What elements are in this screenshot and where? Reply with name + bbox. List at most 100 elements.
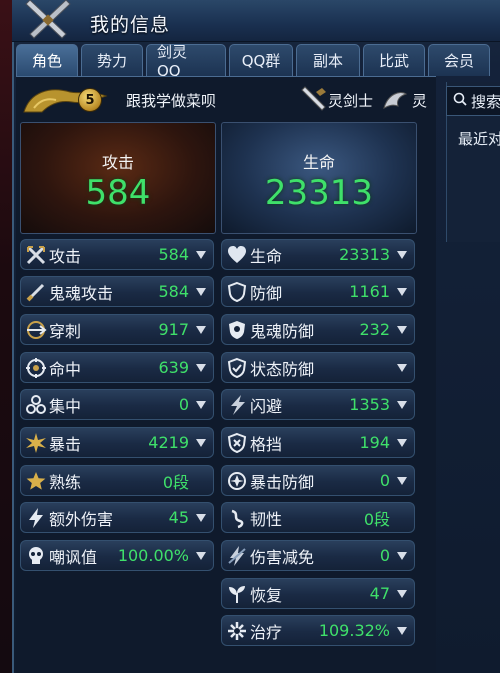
window-title: 我的信息 <box>90 14 171 36</box>
title-bar[interactable] <box>12 0 500 42</box>
burst-icon <box>23 430 49 456</box>
stat-row[interactable]: 伤害减免 0 <box>221 540 415 571</box>
stat-value: 23313 <box>339 245 390 264</box>
attack-summary-label: 攻击 <box>101 153 134 172</box>
stat-value: 4219 <box>148 433 189 452</box>
heart-icon <box>224 242 250 268</box>
stat-value: 584 <box>158 245 189 264</box>
stat-label: 韧性 <box>250 509 283 529</box>
tab-dungeon[interactable]: 副本 <box>296 44 360 76</box>
healing-icon <box>224 618 250 644</box>
tab-duel[interactable]: 比武 <box>363 44 425 76</box>
tab-member[interactable]: 会员 <box>428 44 490 76</box>
stat-value: 194 <box>359 433 390 452</box>
stat-row[interactable]: 格挡 194 <box>221 427 415 458</box>
stat-row[interactable]: 嘲讽值 100.00% <box>20 540 214 571</box>
class-name: 灵剑士 <box>328 92 374 110</box>
stat-row[interactable]: 防御 1161 <box>221 276 415 307</box>
stat-value: 1161 <box>349 282 390 301</box>
chevron-down-icon[interactable] <box>390 627 414 635</box>
stat-value: 0 <box>379 471 390 490</box>
chevron-down-icon[interactable] <box>189 251 213 259</box>
lightning-icon <box>23 505 49 531</box>
focus-icon <box>23 392 49 418</box>
stat-row[interactable]: 治疗 109.32% <box>221 615 415 646</box>
stat-row[interactable]: 生命 23313 <box>221 239 415 270</box>
chevron-down-icon[interactable] <box>390 439 414 447</box>
chevron-down-icon[interactable] <box>390 288 414 296</box>
tenacity-icon <box>224 505 250 531</box>
tab-role[interactable]: 角色 <box>16 44 78 76</box>
stat-row[interactable]: 鬼魂攻击 584 <box>20 276 214 307</box>
chevron-down-icon[interactable] <box>189 401 213 409</box>
life-summary: 生命 23313 <box>221 122 417 234</box>
stat-label: 额外伤害 <box>49 509 114 529</box>
stat-label: 状态防御 <box>250 359 315 379</box>
stat-row[interactable]: 熟练 0段 <box>20 465 214 496</box>
chevron-down-icon[interactable] <box>390 326 414 334</box>
stat-label: 嘲讽值 <box>49 547 98 567</box>
chevron-down-icon[interactable] <box>189 288 213 296</box>
stat-row[interactable]: 闪避 1353 <box>221 389 415 420</box>
chevron-down-icon[interactable] <box>390 364 414 372</box>
stat-row[interactable]: 韧性 0段 <box>221 502 415 533</box>
chevron-down-icon[interactable] <box>189 552 213 560</box>
target-icon <box>23 355 49 381</box>
stat-row[interactable]: 暴击 4219 <box>20 427 214 458</box>
chevron-down-icon[interactable] <box>189 364 213 372</box>
recent-label: 最近对 <box>458 130 500 148</box>
stat-row[interactable]: 集中 0 <box>20 389 214 420</box>
chevron-down-icon[interactable] <box>390 401 414 409</box>
spirit-race-icon <box>380 86 410 114</box>
recovery-icon <box>224 581 250 607</box>
stat-value: 47 <box>369 584 390 603</box>
stat-value: 917 <box>158 320 189 339</box>
tab-qq-group[interactable]: QQ群 <box>229 44 293 76</box>
stat-label: 熟练 <box>49 472 82 492</box>
chevron-down-icon[interactable] <box>189 514 213 522</box>
stat-row[interactable]: 额外伤害 45 <box>20 502 214 533</box>
stat-value: 232 <box>359 320 390 339</box>
star-icon <box>23 468 49 494</box>
stat-label: 暴击防御 <box>250 472 315 492</box>
chevron-down-icon[interactable] <box>189 439 213 447</box>
stat-value: 0 <box>178 395 189 414</box>
player-name: 跟我学做菜呗 <box>126 92 217 110</box>
tab-jianling-qq[interactable]: 剑灵 QQ <box>146 43 226 80</box>
stat-row[interactable]: 鬼魂防御 232 <box>221 314 415 345</box>
pierce-icon <box>23 317 49 343</box>
stat-row[interactable]: 命中 639 <box>20 352 214 383</box>
race-name: 灵 <box>412 92 428 110</box>
chevron-down-icon[interactable] <box>390 552 414 560</box>
chevron-down-icon[interactable] <box>390 251 414 259</box>
stat-label: 攻击 <box>49 246 82 266</box>
search-icon <box>453 92 467 110</box>
tab-faction[interactable]: 势力 <box>81 44 143 76</box>
life-summary-value: 23313 <box>264 173 374 213</box>
chevron-down-icon[interactable] <box>189 326 213 334</box>
ghost-shield-icon <box>224 317 250 343</box>
stat-row[interactable]: 暴击防御 0 <box>221 465 415 496</box>
stat-label: 恢复 <box>250 585 283 605</box>
stat-row[interactable]: 恢复 47 <box>221 578 415 609</box>
shield-icon <box>224 279 250 305</box>
ghost-sword-icon <box>23 279 49 305</box>
block-icon <box>224 430 250 456</box>
search-label: 搜索 <box>471 92 500 111</box>
sword-class-icon <box>298 86 328 114</box>
chevron-down-icon[interactable] <box>390 477 414 485</box>
crossed-swords-emblem-icon <box>18 0 78 42</box>
stat-label: 鬼魂防御 <box>250 321 315 341</box>
life-summary-label: 生命 <box>302 153 335 172</box>
search-box[interactable]: 搜索 <box>446 86 500 116</box>
attack-summary-value: 584 <box>85 173 151 213</box>
stat-row[interactable]: 攻击 584 <box>20 239 214 270</box>
stat-label: 集中 <box>49 396 82 416</box>
stat-row[interactable]: 状态防御 <box>221 352 415 383</box>
stat-label: 暴击 <box>49 434 82 454</box>
stat-value: 100.00% <box>117 546 189 565</box>
chevron-down-icon[interactable] <box>390 590 414 598</box>
stat-row[interactable]: 穿刺 917 <box>20 314 214 345</box>
stat-value: 109.32% <box>318 621 390 640</box>
skull-icon <box>23 543 49 569</box>
